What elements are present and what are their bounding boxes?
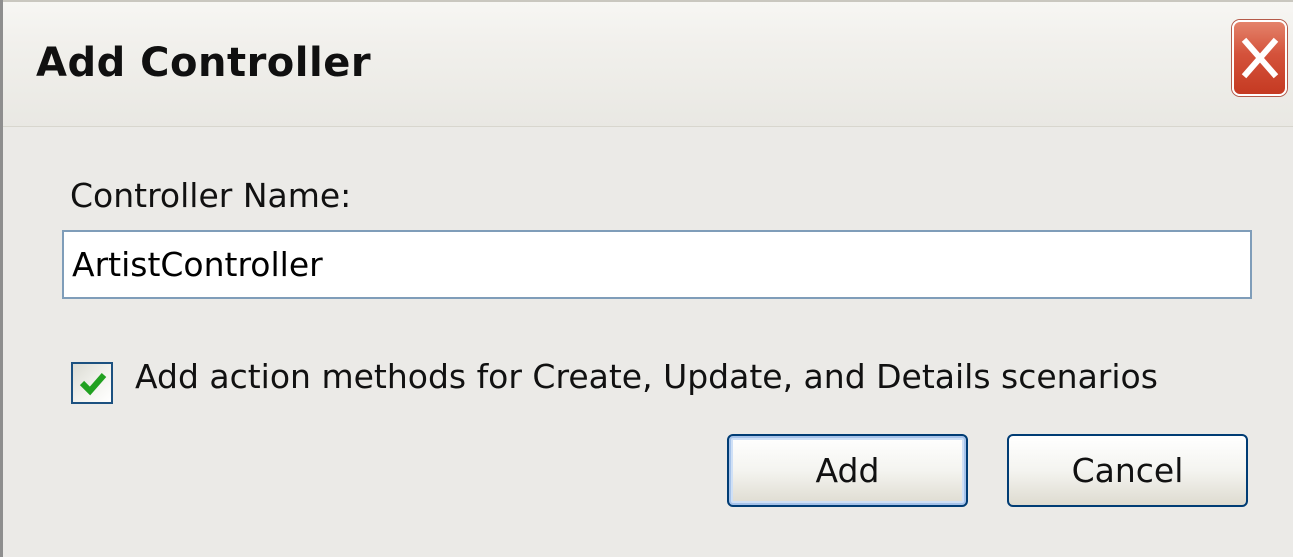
checkmark-icon [79,373,107,396]
close-button[interactable] [1232,20,1287,96]
controller-name-label: Controller Name: [70,176,352,215]
controller-name-input[interactable] [62,230,1252,299]
cancel-button[interactable]: Cancel [1007,434,1248,507]
add-button[interactable]: Add [727,434,968,507]
window-title: Add Controller [36,40,372,86]
title-bar[interactable]: Add Controller [3,0,1293,127]
scaffold-actions-label[interactable]: Add action methods for Create, Update, a… [135,357,1158,396]
close-icon [1241,37,1279,79]
scaffold-actions-checkbox[interactable] [71,362,113,404]
dialog-body: Controller Name: Add action methods for … [3,127,1293,557]
add-controller-dialog: Add Controller Controller Name: Add acti… [0,0,1293,557]
